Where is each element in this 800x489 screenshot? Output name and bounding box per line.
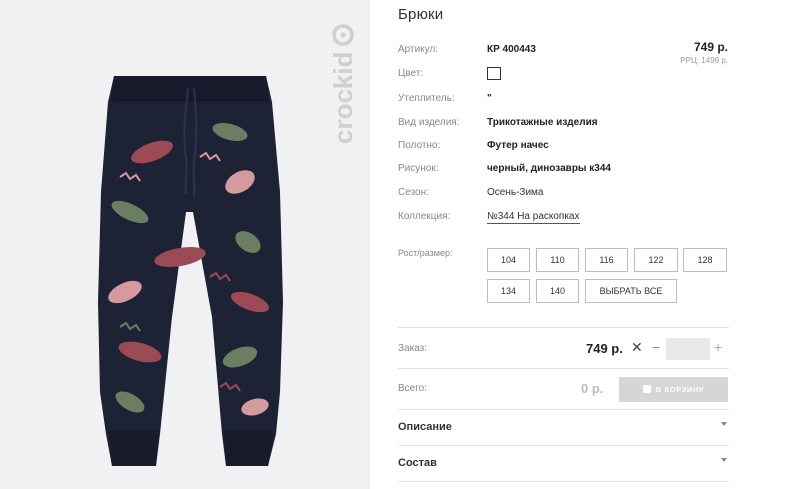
decrease-quantity-button[interactable]: − [652, 339, 660, 355]
size-button-116[interactable]: 116 [585, 248, 628, 272]
product-price: 749 р. [693, 40, 728, 54]
attr-label: Утеплитель: [398, 93, 455, 104]
accordion-title: Описание [398, 421, 452, 433]
divider [398, 445, 729, 446]
size-button-104[interactable]: 104 [487, 248, 530, 272]
attr-value: " [487, 93, 492, 104]
order-price: 749 р. [586, 341, 623, 356]
brand-logo-text: crockid [328, 52, 358, 145]
attr-value: КР 400443 [487, 44, 536, 55]
size-button-128[interactable]: 128 [683, 248, 727, 272]
attr-label: Вид изделия: [398, 117, 460, 128]
size-button-110[interactable]: 110 [536, 248, 579, 272]
color-swatch[interactable] [487, 67, 501, 80]
total-value: 0 р. [581, 381, 604, 396]
quantity-input[interactable] [666, 338, 710, 360]
attr-value: Осень-Зима [487, 187, 544, 198]
add-to-cart-button[interactable]: В КОРЗИНУ [619, 377, 728, 402]
attr-value: Футер начес [487, 140, 549, 151]
order-label: Заказ: [398, 343, 428, 354]
divider [398, 481, 729, 482]
size-label: Рост/размер: [398, 248, 453, 258]
attr-label: Сезон: [398, 187, 429, 198]
attr-label: Коллекция: [398, 211, 451, 222]
accordion-description[interactable]: Описание [398, 418, 729, 440]
size-button-122[interactable]: 122 [634, 248, 678, 272]
attr-label: Рисунок: [398, 163, 439, 174]
accordion-composition[interactable]: Состав [398, 454, 729, 476]
product-photo[interactable]: crockid [0, 0, 370, 489]
attr-label: Артикул: [398, 44, 439, 55]
recommended-price: РРЦ: 1499 р. [680, 56, 728, 65]
pants-image [98, 76, 283, 466]
divider [398, 368, 729, 369]
cart-icon [642, 385, 651, 393]
size-button-140[interactable]: 140 [536, 279, 579, 303]
divider [398, 327, 729, 328]
chevron-down-icon [721, 458, 727, 462]
add-to-cart-label: В КОРЗИНУ [655, 385, 705, 394]
total-label: Всего: [398, 383, 427, 394]
accordion-title: Состав [398, 457, 437, 469]
chevron-down-icon [721, 422, 727, 426]
attr-value: черный, динозавры к344 [487, 163, 611, 174]
attr-label: Полотно: [398, 140, 441, 151]
product-details: Брюки 749 р. РРЦ: 1499 р. Артикул: КР 40… [398, 0, 730, 489]
size-button-134[interactable]: 134 [487, 279, 530, 303]
divider [398, 409, 729, 410]
product-title: Брюки [398, 6, 444, 23]
brand-logo: crockid [328, 24, 358, 145]
attr-value: Трикотажные изделия [487, 117, 598, 128]
collection-link[interactable]: №344 На раскопках [487, 210, 580, 224]
select-all-sizes-button[interactable]: ВЫБРАТЬ ВСЕ [585, 279, 677, 303]
remove-order-icon[interactable]: ✕ [631, 339, 643, 356]
increase-quantity-button[interactable]: + [714, 339, 722, 355]
attr-label: Цвет: [398, 68, 424, 79]
